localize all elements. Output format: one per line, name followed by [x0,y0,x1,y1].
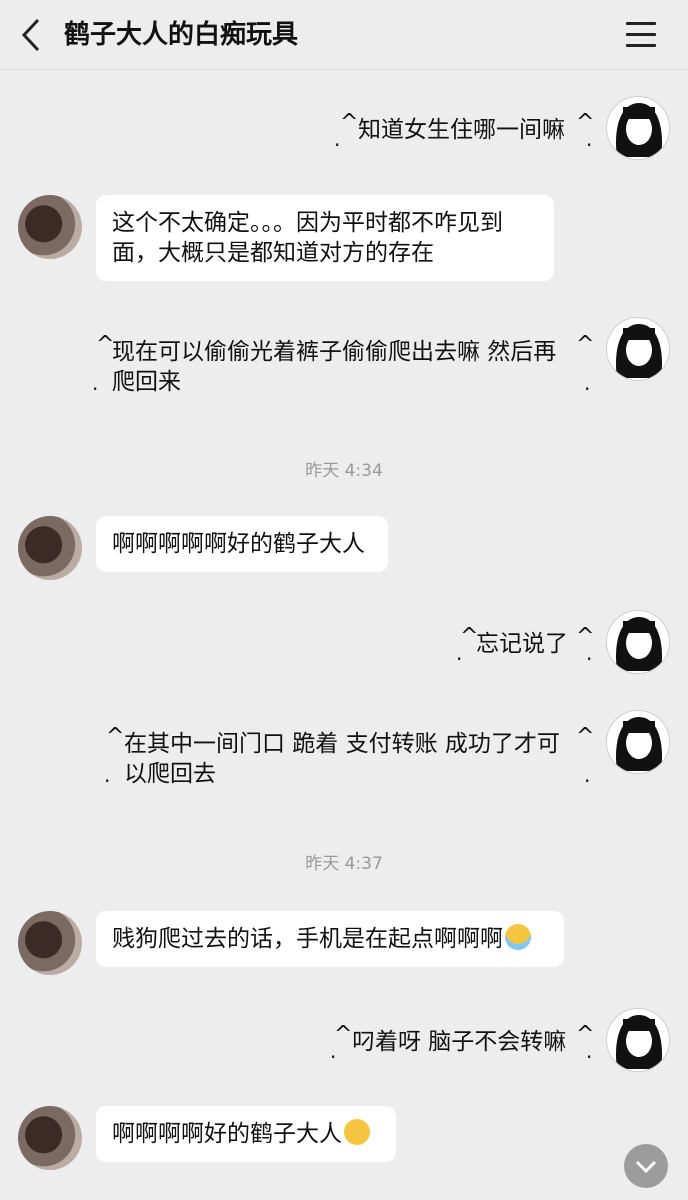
anime-girl-avatar-icon [615,717,663,771]
anime-girl-avatar-icon [615,617,663,671]
dot-deco: . [586,1039,593,1063]
top-bar: 鹤子大人的白痴玩具 [0,0,688,70]
caret-deco: ^ [340,110,359,135]
self-avatar[interactable] [606,610,670,674]
message-bubble[interactable]: 啊啊啊啊好的鹤子大人 [96,1106,396,1162]
message-text: 啊啊啊啊好的鹤子大人 [112,1121,342,1147]
dot-deco: . [330,1039,337,1063]
message-text: 忘记说了 [476,631,568,657]
contact-avatar[interactable] [18,195,82,259]
message-text: 叼着呀 脑子不会转嘛 [352,1029,567,1055]
message-bubble[interactable]: 这个不太确定。。。因为平时都不咋见到面，大概只是都知道对方的存在 [96,195,554,281]
chevron-left-icon [21,18,40,52]
back-button[interactable] [18,17,48,53]
hamburger-menu-icon [626,22,656,25]
message-text: 这个不太确定。。。因为平时都不咋见到面，大概只是都知道对方的存在 [112,210,503,266]
self-avatar[interactable] [606,1008,670,1072]
anime-girl-avatar-icon [615,1015,663,1069]
dot-deco: . [456,641,463,665]
dot-deco: . [104,763,111,787]
dot-deco: . [584,371,591,395]
timestamp: 昨天 4:37 [305,854,383,874]
caret-deco: ^ [576,332,595,357]
dot-deco: . [92,371,99,395]
message-line-2: 以爬回去 [124,761,216,787]
message-bubble[interactable]: 啊啊啊啊啊好的鹤子大人 [96,516,388,572]
dizzy-face-emoji-icon [344,1119,370,1145]
dot-deco: . [584,763,591,787]
menu-button[interactable] [626,22,656,48]
message-line-1: 在其中一间门口 跪着 支付转账 成功了才可 [124,731,560,757]
menu-line [626,44,656,47]
dot-deco: . [334,127,341,151]
anime-girl-avatar-icon [615,324,663,378]
message-line-1: 现在可以偷偷光着裤子偷偷爬出去嘛 然后再 [112,339,557,365]
self-avatar[interactable] [606,317,670,381]
menu-line [626,33,656,36]
message-line-2: 爬回来 [112,369,181,395]
chat-title: 鹤子大人的白痴玩具 [64,20,299,50]
self-avatar[interactable] [606,710,670,774]
message-text: 知道女生住哪一间嘛 [358,117,565,143]
caret-deco: ^ [334,1022,353,1047]
message-text: 贱狗爬过去的话，手机是在起点啊啊啊 [112,926,503,952]
caret-deco: ^ [576,724,595,749]
message-bubble[interactable]: 贱狗爬过去的话，手机是在起点啊啊啊 [96,911,564,967]
contact-avatar[interactable] [18,516,82,580]
scroll-to-bottom-button[interactable] [624,1144,668,1188]
loudly-crying-emoji-icon [505,924,531,950]
contact-avatar[interactable] [18,911,82,975]
chevron-down-icon [635,1160,657,1174]
contact-avatar[interactable] [18,1106,82,1170]
caret-deco: ^ [106,724,125,749]
anime-girl-avatar-icon [615,103,663,157]
timestamp: 昨天 4:34 [305,461,383,481]
dot-deco: . [586,641,593,665]
message-text: 啊啊啊啊啊好的鹤子大人 [112,531,365,557]
dot-deco: . [586,127,593,151]
self-avatar[interactable] [606,96,670,160]
